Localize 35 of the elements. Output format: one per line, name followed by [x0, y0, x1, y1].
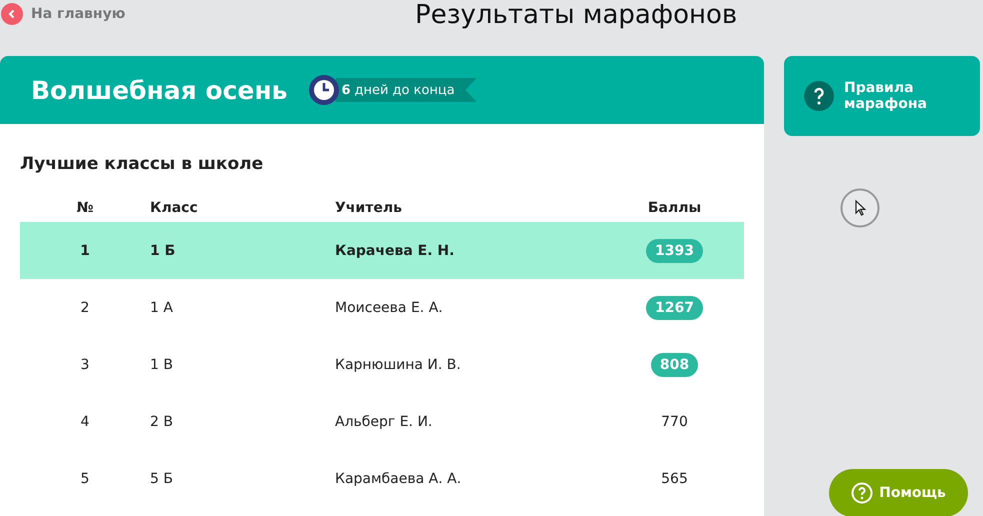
section-title: Лучшие классы в школе: [20, 154, 264, 174]
question-icon: [804, 81, 834, 111]
help-button[interactable]: Помощь: [829, 469, 968, 516]
score-cell: 565: [661, 470, 688, 486]
rank-cell: 2: [80, 300, 90, 316]
page-title: Результаты марафонов: [415, 0, 738, 30]
score-cell: 770: [661, 414, 688, 430]
rules-button[interactable]: Правила марафона: [784, 56, 980, 136]
class-cell-text: 1 Б: [150, 242, 176, 258]
score-badge: 808: [650, 352, 698, 376]
column-header: Класс: [150, 200, 199, 216]
countdown-label: 6 дней до конца: [335, 78, 477, 102]
clock-icon: [309, 75, 340, 105]
cursor-icon: [840, 188, 880, 228]
teacher-cell-text: Карачева Е. Н.: [335, 242, 456, 258]
teacher-cell-text: Карамбаева А. А.: [335, 470, 462, 486]
class-cell-text: 1 В: [150, 356, 174, 372]
rank-cell: 4: [80, 414, 90, 430]
column-header: №: [76, 200, 94, 216]
rank-cell: 5: [80, 470, 90, 486]
teacher-cell-text: Моисеева Е. А.: [335, 300, 444, 316]
teacher-cell-text: Карнюшина И. В.: [335, 356, 462, 372]
teacher-cell-text: Альберг Е. И.: [335, 414, 434, 430]
class-cell-text: 5 Б: [150, 470, 174, 486]
score-badge: 1267: [646, 296, 703, 320]
column-header: Учитель: [335, 200, 403, 216]
rank-cell: 1: [80, 242, 90, 258]
class-cell-text: 2 В: [150, 414, 174, 430]
rank-cell: 3: [80, 356, 90, 372]
question-icon: [851, 482, 874, 504]
score-badge: 1393: [646, 238, 703, 262]
back-link[interactable]: На главную: [1, 3, 126, 25]
marathon-title: Волшебная осень: [31, 76, 288, 104]
column-header: Баллы: [648, 200, 702, 216]
class-cell-text: 1 А: [150, 300, 174, 316]
